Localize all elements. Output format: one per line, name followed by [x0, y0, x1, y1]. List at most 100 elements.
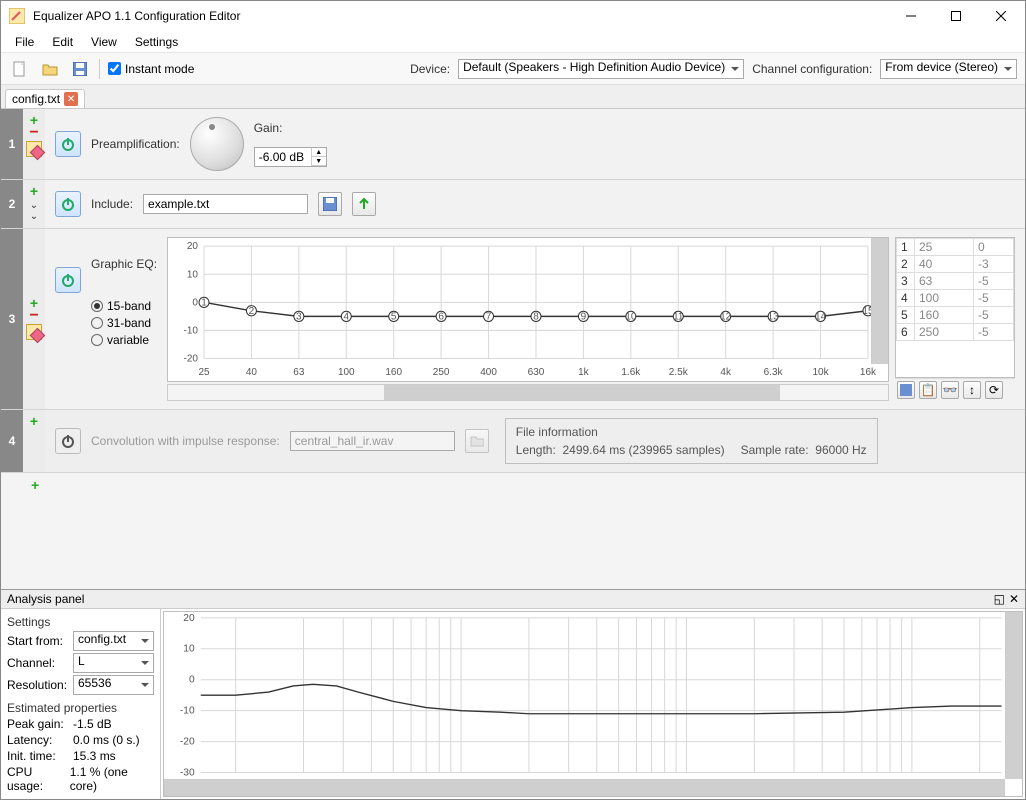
power-toggle-off[interactable] [55, 428, 81, 454]
menu-edit[interactable]: Edit [44, 33, 81, 51]
row-number: 1 [1, 109, 23, 179]
svg-text:160: 160 [385, 367, 402, 378]
add-filter-icon[interactable]: + [31, 477, 39, 493]
eq-reset-button[interactable]: ⟳ [985, 381, 1003, 399]
open-file-button[interactable] [39, 58, 61, 80]
radio-variable[interactable]: variable [91, 333, 157, 347]
analysis-vscroll[interactable] [1005, 612, 1022, 779]
settings-header: Settings [7, 615, 154, 629]
app-icon [9, 8, 25, 24]
svg-text:12: 12 [720, 311, 731, 322]
include-file-input[interactable] [143, 194, 308, 214]
panel-close-icon[interactable]: ✕ [1009, 592, 1019, 606]
radio-31band[interactable]: 31-band [91, 316, 157, 330]
menu-view[interactable]: View [83, 33, 125, 51]
start-from-select[interactable]: config.txt [73, 631, 154, 651]
row-graphic-eq: 3 + − Graphic EQ: 15-band 31-band variab… [1, 229, 1025, 410]
svg-text:0: 0 [192, 297, 198, 308]
svg-text:-10: -10 [180, 706, 195, 717]
channel-select[interactable]: L [73, 653, 154, 673]
spinner-down-icon[interactable]: ▼ [312, 157, 326, 166]
toolbar: Instant mode Device: Default (Speakers -… [1, 53, 1025, 85]
include-label: Include: [91, 197, 133, 211]
svg-text:-20: -20 [184, 353, 199, 364]
device-select[interactable]: Default (Speakers - High Definition Audi… [458, 59, 744, 79]
filter-rows: 1 + − Preamplification: Gain: ▲▼ 2 + ⌄⌄ [1, 109, 1025, 589]
svg-text:3: 3 [296, 311, 302, 322]
add-row-area: + [1, 473, 1025, 499]
tabstrip: config.txt ✕ [1, 85, 1025, 109]
impulse-file-input [290, 431, 455, 451]
peak-gain-value: -1.5 dB [73, 717, 112, 731]
close-button[interactable] [978, 2, 1023, 30]
eq-save-button[interactable] [897, 381, 915, 399]
open-impulse-button[interactable] [465, 429, 489, 453]
svg-text:6: 6 [438, 311, 444, 322]
tab-close-icon[interactable]: ✕ [64, 92, 78, 106]
expand-icon[interactable]: ⌄⌄ [30, 200, 38, 222]
estimated-header: Estimated properties [7, 701, 154, 715]
edit-filter-icon[interactable] [26, 141, 42, 157]
device-value: Default (Speakers - High Definition Audi… [463, 60, 725, 74]
svg-text:2.5k: 2.5k [669, 367, 689, 378]
gain-input[interactable] [255, 148, 311, 166]
instant-mode-checkbox[interactable]: Instant mode [108, 62, 194, 76]
dock-icon[interactable]: ◱ [994, 592, 1005, 606]
new-file-button[interactable] [9, 58, 31, 80]
svg-text:16k: 16k [860, 367, 877, 378]
menu-settings[interactable]: Settings [127, 33, 186, 51]
remove-filter-icon[interactable]: − [29, 312, 38, 320]
menu-file[interactable]: File [7, 33, 42, 51]
row-number: 2 [1, 180, 23, 228]
power-toggle[interactable] [55, 131, 81, 157]
eq-import-button[interactable]: 👓 [941, 381, 959, 399]
peak-gain-label: Peak gain: [7, 717, 73, 731]
svg-text:5: 5 [391, 311, 397, 322]
radio-label: 31-band [107, 316, 151, 330]
add-filter-icon[interactable]: + [30, 416, 38, 426]
channel-config-label: Channel configuration: [752, 62, 872, 76]
radio-15band[interactable]: 15-band [91, 299, 157, 313]
analysis-hscroll[interactable] [164, 779, 1005, 796]
eq-table[interactable]: 1250240-3363-54100-55160-56250-5 [895, 237, 1015, 378]
gain-label: Gain: [254, 121, 327, 135]
edit-filter-icon[interactable] [26, 324, 42, 340]
radio-label: variable [107, 333, 149, 347]
power-toggle[interactable] [55, 191, 81, 217]
analysis-chart[interactable]: 20100-10-20-3078910203040506010020030040… [163, 611, 1023, 797]
gain-knob[interactable] [190, 117, 244, 171]
save-include-button[interactable] [318, 192, 342, 216]
eq-invert-button[interactable]: ↕ [963, 381, 981, 399]
remove-filter-icon[interactable]: − [29, 129, 38, 137]
tab-config[interactable]: config.txt ✕ [5, 89, 85, 108]
svg-text:8: 8 [533, 311, 539, 322]
latency-label: Latency: [7, 733, 73, 747]
spinner-up-icon[interactable]: ▲ [312, 148, 326, 157]
rate-key: Sample rate: [741, 443, 809, 457]
init-time-value: 15.3 ms [73, 749, 116, 763]
channel-config-select[interactable]: From device (Stereo) [880, 59, 1017, 79]
eq-vscroll[interactable] [871, 238, 888, 364]
minimize-button[interactable] [888, 2, 933, 30]
gain-spinner[interactable]: ▲▼ [254, 147, 327, 167]
eq-chart[interactable]: 20100-10-202540631001602504006301k1.6k2.… [167, 237, 889, 382]
tab-label: config.txt [12, 92, 60, 106]
analysis-settings: Settings Start from:config.txt Channel:L… [1, 609, 161, 799]
svg-text:1.6k: 1.6k [621, 367, 641, 378]
resolution-select[interactable]: 65536 [73, 675, 154, 695]
file-info-panel: File information Length: 2499.64 ms (239… [505, 418, 878, 464]
open-include-button[interactable] [352, 192, 376, 216]
file-info-title: File information [516, 425, 867, 439]
eq-hscroll[interactable] [167, 384, 889, 401]
eq-copy-button[interactable]: 📋 [919, 381, 937, 399]
length-value: 2499.64 ms (239965 samples) [562, 443, 724, 457]
svg-text:10: 10 [187, 269, 198, 280]
cpu-usage-value: 1.1 % (one core) [70, 765, 154, 793]
add-filter-icon[interactable]: + [30, 186, 38, 196]
svg-text:100: 100 [338, 367, 355, 378]
power-toggle[interactable] [55, 267, 81, 293]
latency-value: 0.0 ms (0 s.) [73, 733, 140, 747]
maximize-button[interactable] [933, 2, 978, 30]
save-file-button[interactable] [69, 58, 91, 80]
convolution-label: Convolution with impulse response: [91, 434, 280, 448]
